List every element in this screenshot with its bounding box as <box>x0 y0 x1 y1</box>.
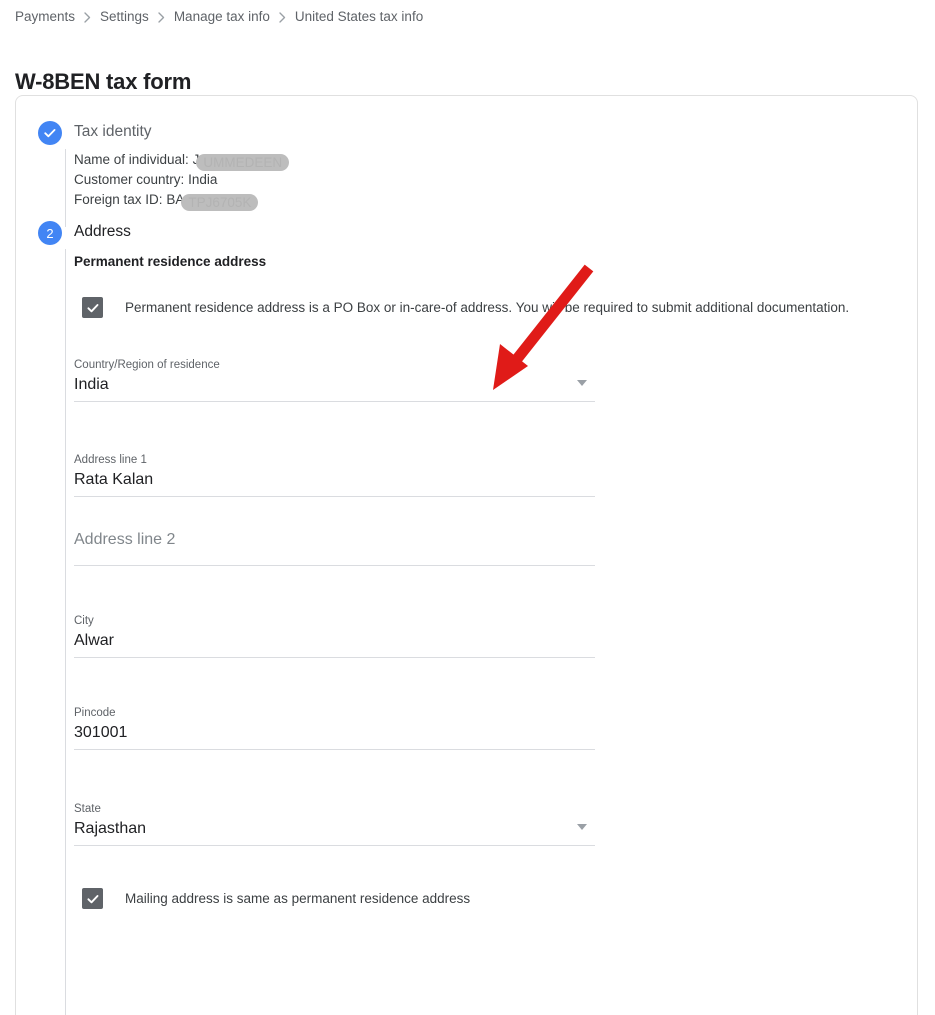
summary-label-tax-id: Foreign tax ID: <box>74 192 163 207</box>
step-2-number-badge: 2 <box>38 221 62 245</box>
step-connector-1 <box>65 149 66 227</box>
country-region-label: Country/Region of residence <box>74 359 220 371</box>
step-1-complete-icon <box>38 121 62 145</box>
field-underline <box>74 496 595 497</box>
summary-foreign-tax-id: Foreign tax ID: BA TPJ6705K <box>74 190 259 211</box>
breadcrumb-item-manage-tax-info[interactable]: Manage tax info <box>174 8 270 26</box>
breadcrumb: Payments Settings Manage tax info United… <box>15 8 423 26</box>
state-value: Rajasthan <box>74 820 147 837</box>
mailing-address-checkbox[interactable] <box>82 888 103 909</box>
step-1-title: Tax identity <box>74 123 152 140</box>
field-underline <box>74 749 595 750</box>
summary-name-of-individual: Name of individual: JUMMEDEEN <box>74 150 290 171</box>
country-region-value: India <box>74 376 109 393</box>
address-line-2-placeholder: Address line 2 <box>74 531 176 548</box>
country-region-field[interactable]: Country/Region of residence India <box>74 358 595 402</box>
step-2-number: 2 <box>46 225 54 241</box>
redacted-tax-id-value: TPJ6705K <box>181 194 259 211</box>
field-underline <box>74 565 595 566</box>
page-title: W-8BEN tax form <box>15 68 192 94</box>
chevron-down-icon[interactable] <box>577 824 587 830</box>
mailing-address-checkbox-label: Mailing address is same as permanent res… <box>125 890 471 906</box>
city-value: Alwar <box>74 632 115 649</box>
city-field[interactable]: City Alwar <box>74 614 595 658</box>
state-field[interactable]: State Rajasthan <box>74 802 595 846</box>
city-label: City <box>74 615 94 627</box>
pincode-field[interactable]: Pincode 301001 <box>74 706 595 750</box>
permanent-residence-address-heading: Permanent residence address <box>74 254 267 269</box>
po-box-checkbox[interactable] <box>82 297 103 318</box>
step-2-title: Address <box>74 223 131 240</box>
mailing-address-checkbox-row[interactable]: Mailing address is same as permanent res… <box>82 888 470 909</box>
chevron-down-icon[interactable] <box>577 380 587 386</box>
state-label: State <box>74 803 101 815</box>
chevron-right-icon <box>279 11 286 23</box>
summary-label-country: Customer country: <box>74 172 185 187</box>
breadcrumb-item-payments[interactable]: Payments <box>15 8 75 26</box>
redacted-name-value: UMMEDEEN <box>196 154 290 171</box>
field-underline <box>74 401 595 402</box>
pincode-value: 301001 <box>74 724 128 741</box>
chevron-right-icon <box>84 11 91 23</box>
summary-value-country: India <box>188 172 218 187</box>
breadcrumb-item-united-states-tax-info[interactable]: United States tax info <box>295 8 423 26</box>
summary-label-name: Name of individual: <box>74 152 189 167</box>
summary-customer-country: Customer country: India <box>74 170 217 190</box>
po-box-checkbox-row[interactable]: Permanent residence address is a PO Box … <box>82 297 849 318</box>
field-underline <box>74 845 595 846</box>
step-connector-2 <box>65 249 66 1015</box>
pincode-label: Pincode <box>74 707 116 719</box>
address-line-1-label: Address line 1 <box>74 454 147 466</box>
tax-form-card: Tax identity Name of individual: JUMMEDE… <box>15 95 918 1015</box>
field-underline <box>74 657 595 658</box>
breadcrumb-item-settings[interactable]: Settings <box>100 8 149 26</box>
chevron-right-icon <box>158 11 165 23</box>
address-line-1-value: Rata Kalan <box>74 471 154 488</box>
address-line-1-field[interactable]: Address line 1 Rata Kalan <box>74 453 595 497</box>
address-line-2-field[interactable]: Address line 2 <box>74 522 595 566</box>
po-box-checkbox-label: Permanent residence address is a PO Box … <box>125 299 850 315</box>
